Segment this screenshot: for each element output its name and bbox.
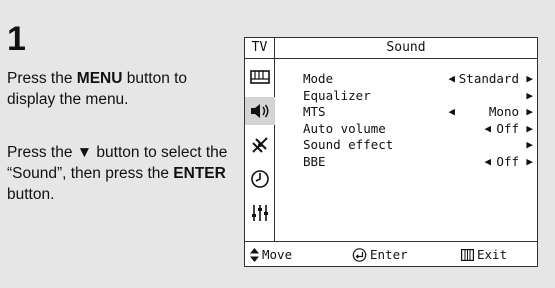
osd-footer: Move Enter Exit bbox=[245, 241, 537, 266]
left-arrow-icon: ◀ bbox=[448, 105, 455, 118]
setting-label: Auto volume bbox=[303, 120, 386, 136]
setting-row-sound-effect[interactable]: Sound effect ▶ bbox=[275, 137, 537, 154]
setup-icon[interactable] bbox=[245, 199, 275, 227]
right-arrow-icon: ▶ bbox=[526, 138, 533, 151]
setting-value: Mono bbox=[488, 104, 519, 119]
sound-icon[interactable] bbox=[245, 97, 275, 125]
setting-label: BBE bbox=[303, 153, 326, 169]
footer-move-label: Move bbox=[262, 247, 293, 262]
left-arrow-icon: ◀ bbox=[484, 121, 491, 135]
left-arrow-icon: ◀ bbox=[484, 154, 491, 168]
setting-label: Sound effect bbox=[303, 137, 394, 152]
osd-sidebar bbox=[245, 59, 275, 241]
osd-title: Sound bbox=[386, 40, 426, 55]
enter-key-label: ENTER bbox=[173, 165, 226, 182]
clock-icon[interactable] bbox=[245, 165, 275, 193]
instruction-menu: Press the MENU button to display the men… bbox=[7, 68, 237, 110]
setting-value: Off bbox=[496, 120, 519, 136]
manual-page: 1 Press the MENU button to display the m… bbox=[0, 0, 555, 288]
picture-icon[interactable] bbox=[245, 63, 275, 91]
osd-tab-tv: TV bbox=[245, 38, 275, 58]
setting-label: MTS bbox=[303, 104, 326, 119]
left-arrow-icon: ◀ bbox=[448, 72, 455, 85]
sound-settings-list: Mode ◀ Standard ▶ Equalizer ▶ MTS ◀ Mono… bbox=[275, 71, 537, 170]
setting-row-equalizer[interactable]: Equalizer ▶ bbox=[275, 88, 537, 105]
right-arrow-icon: ▶ bbox=[526, 72, 533, 85]
instruction-text: Press the bbox=[7, 70, 77, 87]
instruction-select-sound: Press the ▼ button to select the “Sound”… bbox=[7, 142, 237, 205]
tv-osd-menu: TV Sound Mode ◀ Standard ▶ Equalizer ▶ M… bbox=[244, 37, 538, 267]
setting-value: Standard bbox=[458, 71, 519, 86]
footer-move: Move bbox=[250, 242, 292, 267]
right-arrow-icon: ▶ bbox=[526, 121, 533, 135]
right-arrow-icon: ▶ bbox=[526, 105, 533, 118]
menu-key-label: MENU bbox=[76, 70, 123, 87]
setting-label: Equalizer bbox=[303, 87, 371, 103]
footer-enter-label: Enter bbox=[370, 247, 408, 262]
setting-label: Mode bbox=[303, 71, 334, 86]
footer-exit: Exit bbox=[461, 242, 507, 267]
setting-row-mode[interactable]: Mode ◀ Standard ▶ bbox=[275, 71, 537, 88]
setting-row-mts[interactable]: MTS ◀ Mono ▶ bbox=[275, 104, 537, 121]
updown-arrow-icon bbox=[250, 247, 259, 262]
exit-icon bbox=[461, 248, 474, 261]
setting-row-bbe[interactable]: BBE ◀ Off ▶ bbox=[275, 154, 537, 171]
enter-key-icon bbox=[352, 247, 367, 262]
footer-enter: Enter bbox=[352, 242, 408, 267]
step-number: 1 bbox=[7, 20, 26, 58]
right-arrow-icon: ▶ bbox=[526, 154, 533, 168]
osd-header: TV Sound bbox=[245, 38, 537, 59]
instruction-text: button. bbox=[7, 186, 55, 203]
setting-row-auto-volume[interactable]: Auto volume ◀ Off ▶ bbox=[275, 121, 537, 138]
setting-value: Off bbox=[496, 153, 519, 169]
channel-icon[interactable] bbox=[245, 131, 275, 159]
footer-exit-label: Exit bbox=[477, 247, 508, 262]
right-arrow-icon: ▶ bbox=[526, 88, 533, 102]
